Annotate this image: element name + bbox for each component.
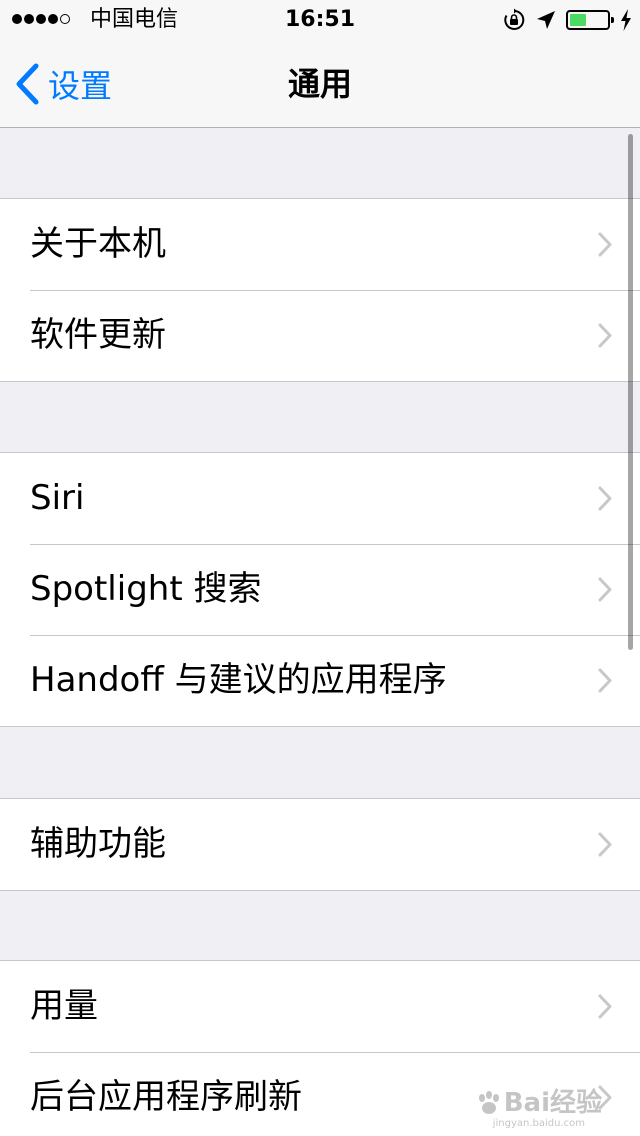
watermark-url: jingyan.baidu.com — [492, 1118, 585, 1129]
chevron-left-icon — [16, 63, 39, 105]
list-item-label: 后台应用程序刷新 — [30, 1077, 302, 1117]
list-item-label: Handoff 与建议的应用程序 — [30, 660, 447, 700]
list-item-accessibility[interactable]: 辅助功能 — [0, 799, 640, 890]
charging-bolt-icon — [621, 9, 631, 31]
list-item-software-update[interactable]: 软件更新 — [0, 290, 640, 381]
chevron-right-icon — [598, 994, 612, 1019]
list-item-handoff[interactable]: Handoff 与建议的应用程序 — [0, 635, 640, 726]
orientation-lock-icon — [504, 8, 525, 30]
chevron-right-icon — [598, 668, 612, 693]
back-button-label: 设置 — [48, 67, 113, 105]
list-item-usage[interactable]: 用量 — [0, 961, 640, 1052]
list-item-label: 软件更新 — [30, 315, 166, 355]
battery-fill — [570, 14, 587, 26]
watermark-logo: Bai经验 — [476, 1088, 602, 1118]
chevron-right-icon — [598, 232, 612, 257]
chevron-right-icon — [598, 486, 612, 511]
list-item-label: 辅助功能 — [30, 824, 166, 864]
list-item-label: 用量 — [30, 986, 98, 1026]
status-bar: 中国电信 16:51 — [0, 0, 640, 40]
watermark: Bai经验 jingyan.baidu.com — [476, 1088, 602, 1130]
list-item-about[interactable]: 关于本机 — [0, 199, 640, 290]
list-item-label: 关于本机 — [30, 224, 166, 264]
chevron-right-icon — [598, 323, 612, 348]
settings-group: 辅助功能 — [0, 798, 640, 891]
status-icons — [502, 8, 632, 32]
battery-icon — [566, 10, 614, 30]
settings-group: 关于本机 软件更新 — [0, 198, 640, 382]
watermark-text: Bai经验 — [503, 1088, 602, 1118]
list-item-label: Spotlight 搜索 — [30, 569, 262, 609]
settings-list[interactable]: 关于本机 软件更新 Siri Spotlight 搜索 Handoff 与建议的… — [0, 128, 640, 1136]
back-button[interactable]: 设置 — [14, 40, 112, 128]
chevron-right-icon — [598, 577, 612, 602]
paw-icon — [478, 1091, 499, 1114]
chevron-right-icon — [598, 832, 612, 857]
list-item-label: Siri — [30, 478, 85, 518]
navigation-bar: 通用 设置 — [0, 40, 640, 128]
list-item-siri[interactable]: Siri — [0, 453, 640, 544]
list-item-spotlight-search[interactable]: Spotlight 搜索 — [0, 544, 640, 635]
battery-nub — [611, 17, 614, 23]
location-arrow-icon — [537, 11, 555, 29]
scroll-indicator[interactable] — [628, 134, 633, 650]
settings-group: Siri Spotlight 搜索 Handoff 与建议的应用程序 — [0, 452, 640, 727]
